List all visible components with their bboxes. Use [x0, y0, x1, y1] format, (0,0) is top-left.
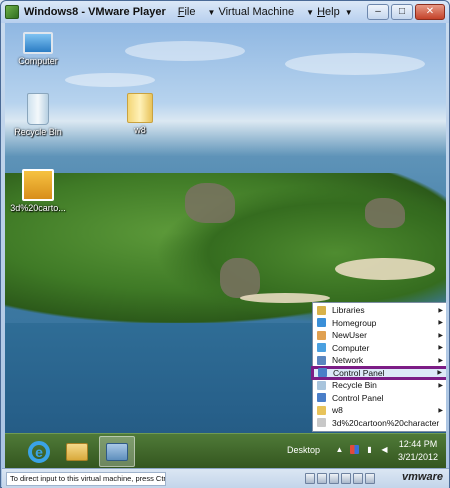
submenu-arrow-icon: ▶ [438, 307, 443, 314]
recycle-bin-icon [27, 93, 49, 125]
file-icon [317, 418, 326, 428]
vmware-app-icon [5, 5, 19, 19]
submenu-arrow-icon: ▶ [438, 357, 443, 364]
vmware-logo: vmware [402, 471, 443, 483]
cd-drive-icon[interactable] [317, 473, 327, 484]
image-thumbnail-icon [22, 169, 54, 201]
chevron-down-icon: ▼ [207, 8, 216, 17]
menu-virtual-machine[interactable]: ▼ Virtual Machine [205, 6, 294, 18]
action-center-flag-icon[interactable] [350, 445, 359, 454]
taskbar: e Desktop ▲ ▮ ◀ 12:44 PM 3/21/2012 [5, 433, 446, 468]
network-adapter-icon[interactable] [329, 473, 339, 484]
computer-icon [23, 32, 53, 54]
message-icon[interactable] [365, 473, 375, 484]
menu-item-label: w8 [332, 405, 343, 416]
show-hidden-icons-chevron-icon[interactable]: ▲ [335, 445, 344, 454]
submenu-arrow-icon: ▶ [438, 345, 443, 352]
usb-icon[interactable] [341, 473, 351, 484]
menu-file[interactable]: File [178, 6, 196, 18]
menu-item-cartoon-file[interactable]: 3d%20cartoon%20character [313, 417, 446, 430]
menu-item-label: Control Panel [333, 367, 385, 378]
menu-item-control-panel[interactable]: Control Panel [313, 392, 446, 405]
maximize-button[interactable]: □ [391, 4, 413, 20]
menu-item-label: 3d%20cartoon%20character [332, 417, 440, 428]
desktop-icon-label: w8 [134, 125, 146, 135]
file-explorer-icon [66, 442, 88, 461]
system-clock[interactable]: 12:44 PM 3/21/2012 [398, 438, 438, 464]
desktop-toolbar-menu: Libraries ▶ Homegroup ▶ NewUser ▶ Comput… [311, 302, 446, 432]
close-button[interactable]: ✕ [415, 4, 445, 20]
user-folder-icon [317, 330, 326, 340]
desktop-icon-recycle-bin[interactable]: Recycle Bin [8, 93, 68, 137]
control-panel-icon [318, 368, 327, 377]
clock-time: 12:44 PM [398, 439, 438, 449]
window-preview-icon [106, 442, 128, 461]
submenu-arrow-icon: ▶ [438, 320, 443, 327]
menu-item-newuser[interactable]: NewUser ▶ [313, 329, 446, 342]
chevron-down-icon: ▼ [344, 8, 353, 17]
desktop-icon-w8[interactable]: w8 [110, 93, 170, 135]
sound-card-icon[interactable] [353, 473, 363, 484]
menu-item-libraries[interactable]: Libraries ▶ [313, 304, 446, 317]
menu-help[interactable]: ▼ Help ▼ [304, 6, 353, 18]
menu-item-homegroup[interactable]: Homegroup ▶ [313, 317, 446, 330]
menu-item-w8[interactable]: w8 ▶ [313, 404, 446, 417]
menu-item-label: Recycle Bin [332, 380, 377, 391]
taskbar-internet-explorer[interactable]: e [21, 436, 57, 467]
desktop-icon-computer[interactable]: Computer [8, 28, 68, 66]
submenu-arrow-icon: ▶ [438, 382, 443, 389]
submenu-arrow-icon: ▶ [437, 370, 442, 376]
internet-explorer-icon: e [28, 440, 50, 463]
device-icons [305, 473, 375, 484]
network-signal-icon[interactable]: ▮ [365, 445, 374, 454]
menu-item-computer[interactable]: Computer ▶ [313, 342, 446, 355]
desktop-icon-cartoon[interactable]: 3d%20carto... [8, 169, 68, 213]
vmware-player-window: Windows8 - VMware Player File ▼ Virtual … [0, 0, 450, 488]
menu-item-recycle-bin[interactable]: Recycle Bin ▶ [313, 379, 446, 392]
minimize-button[interactable]: – [367, 4, 389, 20]
menu-item-label: Control Panel [332, 392, 384, 403]
chevron-down-icon: ▼ [306, 8, 315, 17]
volume-icon[interactable]: ◀ [380, 445, 389, 454]
system-tray: ▲ ▮ ◀ [335, 445, 389, 454]
clock-date: 3/21/2012 [397, 452, 438, 462]
libraries-icon [317, 305, 326, 315]
computer-icon [317, 343, 326, 353]
submenu-arrow-icon: ▶ [438, 332, 443, 339]
menu-item-label: Libraries [332, 305, 365, 316]
submenu-arrow-icon: ▶ [438, 407, 443, 414]
menu-item-label: Homegroup [332, 317, 377, 328]
homegroup-icon [317, 318, 326, 328]
status-bar: To direct input to this virtual machine,… [2, 468, 449, 488]
recycle-bin-icon [317, 380, 326, 390]
folder-icon [317, 405, 326, 415]
status-message: To direct input to this virtual machine,… [6, 472, 166, 486]
desktop-icon-label: Computer [18, 56, 58, 66]
menu-item-label: NewUser [332, 330, 367, 341]
desktop-icon-label: 3d%20carto... [10, 203, 66, 213]
desktop-toolbar-button[interactable]: Desktop [287, 445, 320, 455]
network-icon [317, 355, 326, 365]
menu-item-control-panel-highlighted[interactable]: Control Panel ▶ [311, 365, 446, 380]
folder-icon [127, 93, 153, 123]
window-title: Windows8 - VMware Player [24, 6, 166, 18]
guest-desktop[interactable]: Computer Recycle Bin w8 3d%20carto... Li… [5, 23, 446, 468]
title-bar[interactable]: Windows8 - VMware Player File ▼ Virtual … [1, 1, 449, 23]
hard-disk-icon[interactable] [305, 473, 315, 484]
taskbar-active-window[interactable] [99, 436, 135, 467]
taskbar-file-explorer[interactable] [59, 436, 95, 467]
control-panel-icon [317, 393, 326, 403]
menu-item-label: Network [332, 355, 364, 366]
menu-item-label: Computer [332, 342, 370, 353]
desktop-icon-label: Recycle Bin [14, 127, 62, 137]
